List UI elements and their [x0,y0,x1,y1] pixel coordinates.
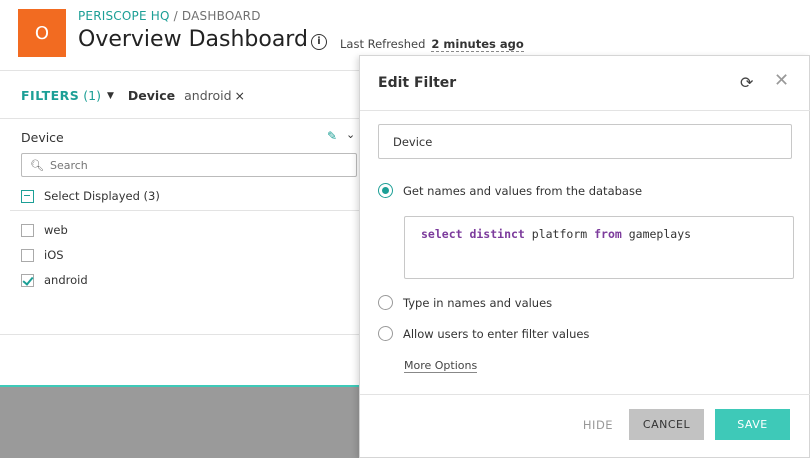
search-input[interactable] [49,158,340,172]
cancel-button[interactable]: CANCEL [629,409,704,440]
caret-down-icon[interactable]: ▼ [107,91,114,101]
filter-panel-title: Device [21,130,64,145]
filter-chip-value: android [184,88,232,103]
more-options-link[interactable]: More Options [404,359,478,373]
list-divider [10,210,362,211]
filter-name-input[interactable] [378,124,792,159]
sql-keyword: from [594,227,622,241]
breadcrumb-org-link[interactable]: PERISCOPE HQ [78,9,170,23]
radio-option-database[interactable]: Get names and values from the database [378,183,642,198]
filter-chip-label[interactable]: Device [128,88,175,103]
breadcrumb-section: DASHBOARD [181,9,261,23]
select-displayed[interactable]: Select Displayed (3) [21,189,160,203]
org-logo[interactable]: O [18,9,66,57]
search-icon: 🔍︎ [30,158,44,172]
filter-bar: FILTERS (1) ▼ Device android × [21,88,245,103]
modal-title: Edit Filter [378,75,457,91]
sql-keyword: select distinct [421,227,525,241]
radio-label: Allow users to enter filter values [403,326,590,341]
partial-checkbox-icon[interactable] [21,189,34,203]
radio-selected[interactable] [378,183,393,198]
filter-bar-divider [0,118,362,119]
last-refreshed-time[interactable]: 2 minutes ago [431,37,524,52]
filter-option-ios[interactable]: iOS [21,248,64,262]
pencil-icon[interactable]: ✎ [327,129,337,143]
refresh-icon[interactable]: ⟳ [740,73,753,92]
select-displayed-label: Select Displayed (3) [44,189,160,203]
remove-filter-icon[interactable]: × [235,88,245,103]
filters-count: (1) [83,88,101,103]
modal-header-divider [360,110,810,111]
filter-search: 🔍︎ [21,153,357,177]
radio-unselected[interactable] [378,295,393,310]
checkbox-checked[interactable] [21,273,34,287]
option-label: iOS [44,248,64,262]
option-label: web [44,223,68,237]
last-refreshed-label: Last Refreshed [340,37,426,51]
filters-toggle[interactable]: FILTERS [21,88,79,103]
filter-option-web[interactable]: web [21,223,68,237]
radio-unselected[interactable] [378,326,393,341]
radio-option-type[interactable]: Type in names and values [378,295,552,310]
radio-option-allow-users[interactable]: Allow users to enter filter values [378,326,589,341]
sql-editor[interactable]: select distinct platform from gameplays [404,216,794,279]
radio-label: Type in names and values [403,295,553,310]
breadcrumb-separator: / [169,9,182,23]
breadcrumb: PERISCOPE HQ / DASHBOARD [78,9,261,23]
checkbox[interactable] [21,248,34,262]
info-icon[interactable]: i [311,34,327,50]
hide-button[interactable]: HIDE [572,410,624,440]
logo-letter: O [34,22,50,44]
chevron-down-icon[interactable]: ⌄ [346,128,355,141]
sql-text: gameplays [621,227,692,241]
last-refreshed: Last Refreshed 2 minutes ago [340,37,524,52]
save-button[interactable]: SAVE [715,409,790,440]
filter-option-android[interactable]: android [21,273,88,287]
page-title: Overview Dashboard [78,27,308,52]
sql-text: platform [524,227,595,241]
modal-footer-divider [360,394,810,395]
checkbox[interactable] [21,223,34,237]
panel-divider [0,334,362,335]
edit-filter-modal: Edit Filter ⟳ ✕ Get names and values fro… [359,55,810,458]
dashboard-page: O PERISCOPE HQ / DASHBOARD Overview Dash… [0,0,810,458]
close-icon[interactable]: ✕ [774,70,789,91]
radio-label: Get names and values from the database [403,183,643,198]
option-label: android [44,273,88,287]
